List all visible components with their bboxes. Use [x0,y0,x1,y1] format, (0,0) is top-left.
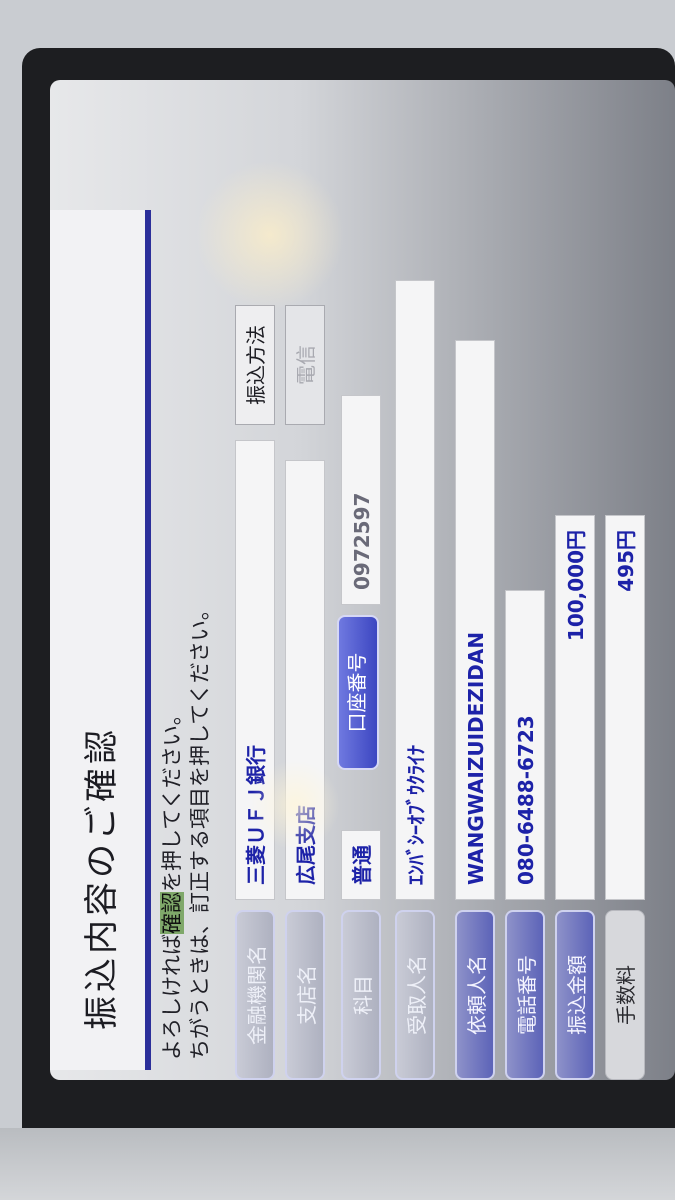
amount-label-button[interactable]: 振込金額 [555,910,595,1080]
recipient-label-button[interactable]: 受取人名 [395,910,435,1080]
instruction-text: よろしければ [160,934,184,1060]
atm-screen: 振込内容のご確認 よろしければ確認を押してください。 ちがうときは、訂正する項目… [50,80,675,1080]
sender-value: WANGWAIZUIDEZIDAN [455,340,495,900]
instruction-text: を押してください。 [160,704,184,892]
account-type-value: 普通 [341,830,381,900]
amount-value: 100,000円 [555,515,595,900]
branch-label-button[interactable]: 支店名 [285,910,325,1080]
phone-label-button[interactable]: 電話番号 [505,910,545,1080]
account-number-value: 0972597 [341,395,381,605]
instruction-line-1: よろしければ確認を押してください。 [158,200,186,1060]
recipient-row: 受取人名 ｴﾝﾊﾞｼｰｵﾌﾞｳｸﾗｲﾅ [395,80,441,1080]
amount-row: 振込金額 100,000円 [555,80,601,1080]
fee-row: 手数料 495円 [605,80,651,1080]
bank-label-button[interactable]: 金融機関名 [235,910,275,1080]
phone-value: 080-6488-6723 [505,590,545,900]
transfer-method-button[interactable]: 振込方法 [235,305,275,425]
fee-label: 手数料 [605,910,645,1080]
branch-row: 支店名 広尾支店 電信 [285,80,331,1080]
atm-frame [0,1128,675,1200]
title-panel: 振込内容のご確認 [50,210,151,1070]
instruction-line-2: ちがうときは、訂正する項目を押してください。 [188,599,212,1060]
fee-value: 495円 [605,515,645,900]
bank-value: 三菱ＵＦＪ銀行 [235,440,275,900]
telegraphic-button[interactable]: 電信 [285,305,325,425]
sender-row: 依頼人名 WANGWAIZUIDEZIDAN [455,80,501,1080]
recipient-value: ｴﾝﾊﾞｼｰｵﾌﾞｳｸﾗｲﾅ [395,280,435,900]
bank-row: 金融機関名 三菱ＵＦＪ銀行 振込方法 [235,80,281,1080]
instruction-highlight: 確認 [160,892,184,934]
account-number-label-button[interactable]: 口座番号 [337,615,379,770]
instructions: よろしければ確認を押してください。 ちがうときは、訂正する項目を押してください。 [158,200,214,1060]
phone-row: 電話番号 080-6488-6723 [505,80,551,1080]
branch-value: 広尾支店 [285,460,325,900]
account-type-label-button[interactable]: 科目 [341,910,381,1080]
account-type-row: 科目 普通 口座番号 0972597 [335,80,387,1080]
page-title: 振込内容のご確認 [82,726,122,1030]
sender-label-button[interactable]: 依頼人名 [455,910,495,1080]
